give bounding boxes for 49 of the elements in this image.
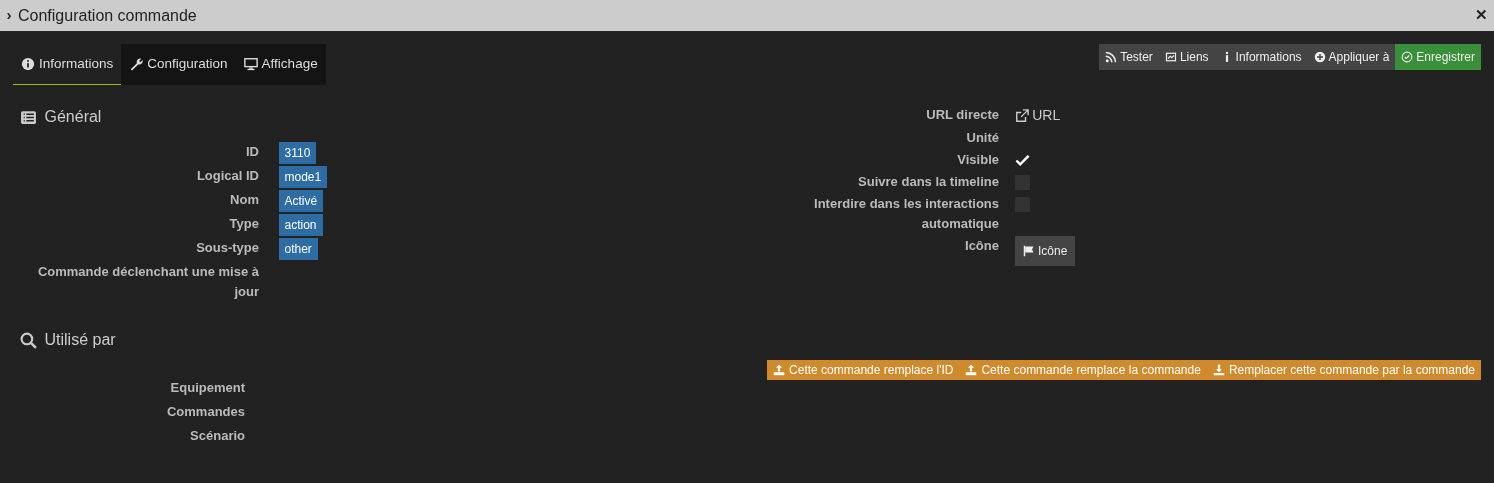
- section-heading: Utilisé par: [44, 330, 116, 350]
- tab[interactable]: Configuration: [121, 44, 236, 85]
- field-label: URL directe: [925, 106, 999, 124]
- field-label: Scénario: [189, 427, 245, 445]
- field-label: Sous-type: [195, 239, 259, 257]
- check-circle-icon: [1401, 51, 1414, 63]
- wrench-icon: [129, 57, 144, 71]
- value-badge: action: [278, 214, 323, 236]
- rss-icon: [1105, 51, 1118, 63]
- window-title: Configuration commande: [18, 5, 198, 26]
- download-icon: [1212, 364, 1225, 376]
- close-icon[interactable]: ✕: [1474, 4, 1488, 27]
- value-badge: 3110: [278, 142, 317, 164]
- list-icon: [19, 108, 37, 126]
- field-label: Commande déclenchant une mise à jour: [36, 263, 259, 301]
- save-button[interactable]: Enregistrer: [1395, 44, 1481, 70]
- field-label: Logical ID: [195, 167, 259, 185]
- value-badge: other: [278, 238, 318, 260]
- toolbar-button[interactable]: Liens: [1158, 44, 1215, 70]
- value-badge: Activé: [278, 190, 324, 212]
- field-label: Unité: [965, 129, 999, 147]
- search-icon: [19, 331, 37, 349]
- field-label: Equipement: [169, 379, 245, 397]
- icon-button[interactable]: Icône: [1015, 236, 1076, 266]
- tab[interactable]: Affichage: [235, 44, 326, 85]
- url-link[interactable]: URL: [1015, 105, 1061, 126]
- toolbar-button[interactable]: Informations: [1214, 44, 1308, 70]
- flag-icon: [1023, 245, 1035, 257]
- collapse-icon[interactable]: ›: [6, 4, 12, 27]
- plus-icon: [1313, 51, 1326, 63]
- checkbox[interactable]: [1015, 153, 1030, 169]
- field-label: Icône: [964, 237, 999, 255]
- field-label: Visible: [956, 151, 999, 169]
- field-label: Nom: [229, 191, 259, 209]
- value-badge: mode1: [278, 166, 328, 188]
- upload-icon: [773, 364, 786, 376]
- field-label: Commandes: [165, 403, 245, 421]
- field-label: Interdire dans les interactions automatique: [813, 195, 999, 233]
- external-link-icon: [1015, 108, 1029, 123]
- field-label: ID: [245, 143, 259, 161]
- toolbar-button[interactable]: Tester: [1099, 44, 1159, 70]
- monitor-icon: [243, 57, 258, 71]
- info-icon: [21, 57, 35, 71]
- upload-icon: [965, 364, 978, 376]
- section-heading: Général: [44, 107, 102, 127]
- field-label: Suivre dans la timeline: [857, 173, 999, 191]
- field-label: Type: [228, 215, 259, 233]
- toolbar-button[interactable]: Appliquer à: [1307, 44, 1396, 70]
- check-icon: [1015, 153, 1030, 169]
